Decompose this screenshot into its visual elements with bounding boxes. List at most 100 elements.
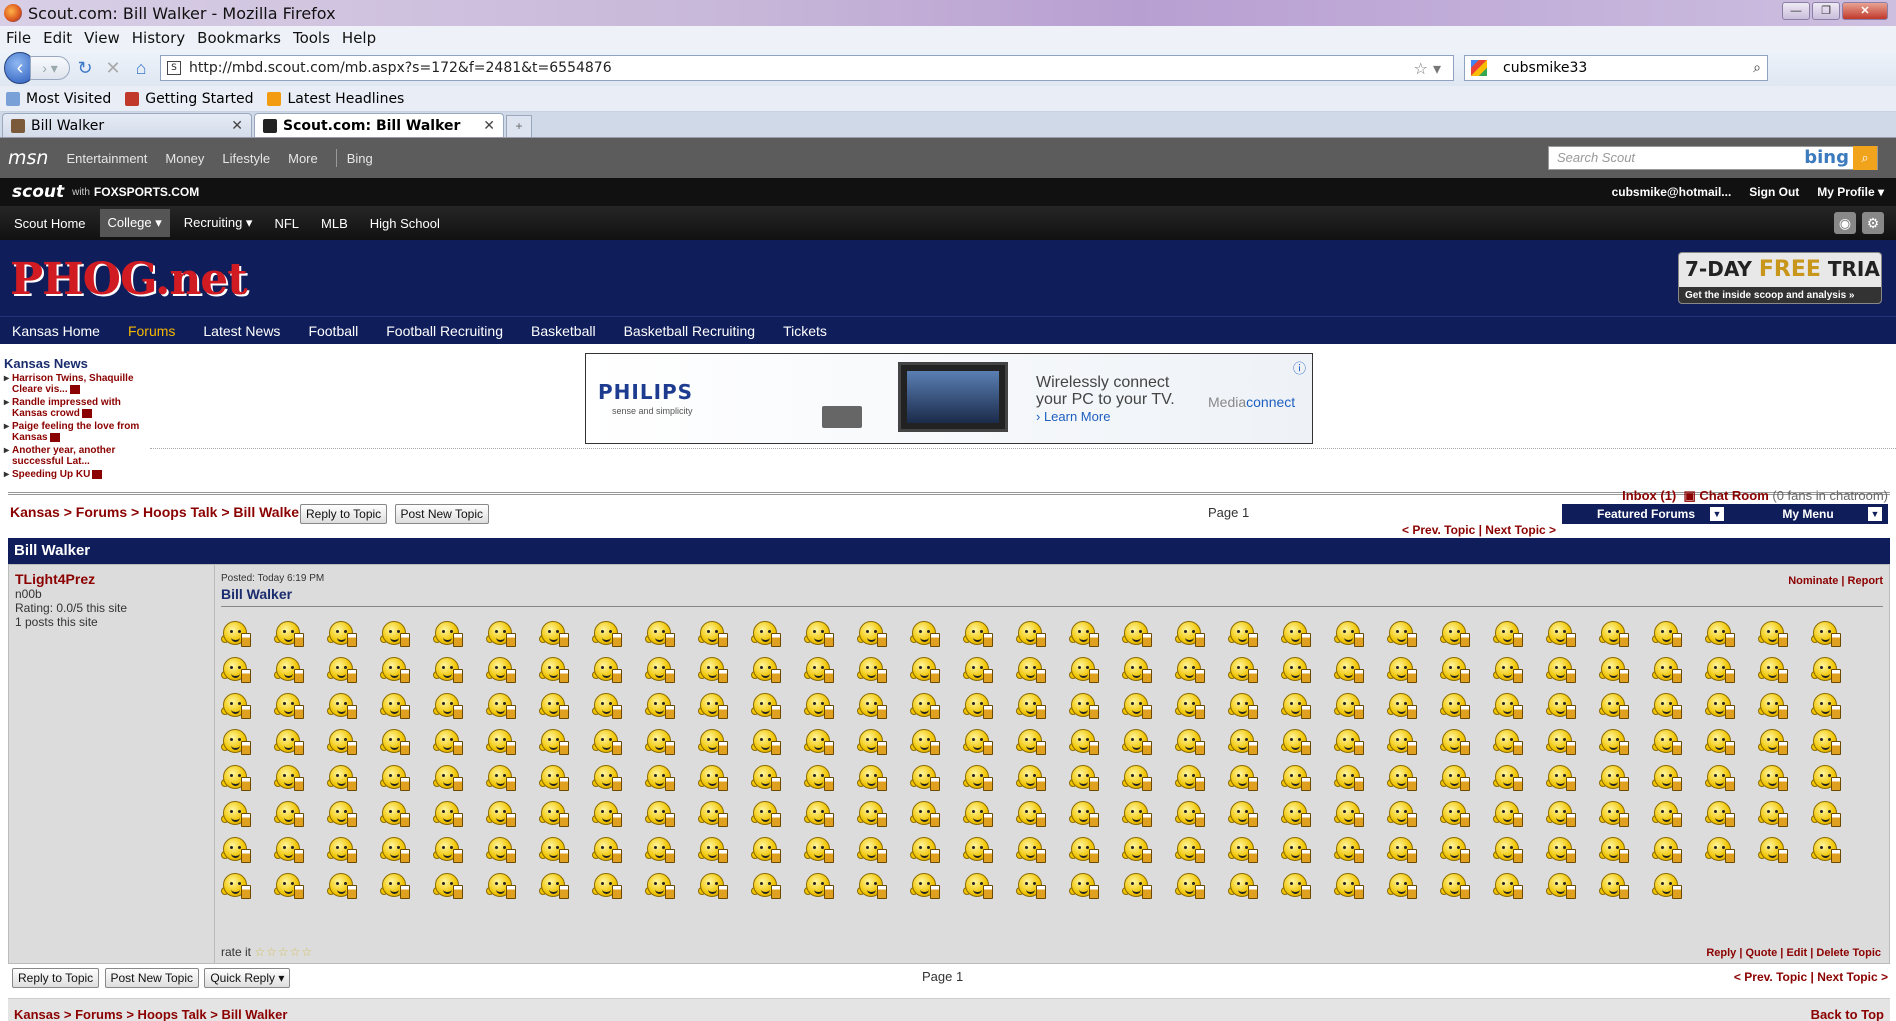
site-nav-football-recruiting[interactable]: Football Recruiting: [386, 323, 503, 339]
news-item[interactable]: Harrison Twins, Shaquille Cleare vis...: [4, 373, 144, 395]
my-profile-menu[interactable]: My Profile ▾: [1817, 185, 1884, 199]
search-bar[interactable]: cubsmike33 ⌕: [1464, 55, 1768, 81]
menu-bookmarks[interactable]: Bookmarks: [197, 29, 281, 47]
news-item[interactable]: Speeding Up KU: [4, 469, 144, 480]
featured-forums-dropdown[interactable]: Featured Forums ▼: [1562, 504, 1730, 524]
tab-bill-walker[interactable]: Bill Walker ✕: [2, 113, 252, 137]
news-item[interactable]: Paige feeling the love from Kansas: [4, 421, 144, 443]
msn-link-bing[interactable]: Bing: [347, 151, 373, 166]
inbox-link[interactable]: Inbox (1): [1622, 488, 1676, 503]
menu-view[interactable]: View: [84, 29, 120, 47]
bookmark-star-icon[interactable]: ☆ ▾: [1414, 59, 1441, 78]
news-item[interactable]: Another year, another successful Lat...: [4, 445, 144, 467]
beer-smiley-icon: [539, 763, 592, 799]
tab-close-icon[interactable]: ✕: [231, 118, 243, 134]
beer-smiley-icon: [1811, 619, 1864, 655]
beer-smiley-icon: [221, 799, 274, 835]
tv-image: [898, 362, 1008, 432]
site-nav-tickets[interactable]: Tickets: [783, 323, 827, 339]
menu-edit[interactable]: Edit: [43, 29, 72, 47]
bookmark-latest-headlines[interactable]: Latest Headlines: [267, 91, 404, 107]
reload-icon[interactable]: ↻: [72, 55, 98, 81]
rate-it[interactable]: rate it ☆☆☆☆☆: [221, 945, 313, 959]
beer-smiley-icon: [645, 871, 698, 907]
site-nav-football[interactable]: Football: [308, 323, 358, 339]
site-nav-basketball-recruiting[interactable]: Basketball Recruiting: [624, 323, 756, 339]
close-window-button[interactable]: ✕: [1842, 2, 1888, 20]
beer-smiley-icon: [804, 691, 857, 727]
nav-scout-home[interactable]: Scout Home: [6, 210, 94, 237]
msn-link-money[interactable]: Money: [165, 151, 204, 166]
new-tab-button[interactable]: +: [506, 115, 532, 137]
stop-icon[interactable]: ✕: [100, 55, 126, 81]
menu-help[interactable]: Help: [342, 29, 376, 47]
nav-nfl[interactable]: NFL: [266, 210, 307, 237]
minimize-button[interactable]: —: [1782, 2, 1810, 20]
bookmark-most-visited[interactable]: Most Visited: [6, 91, 111, 107]
sign-out-link[interactable]: Sign Out: [1749, 185, 1799, 199]
msn-link-entertainment[interactable]: Entertainment: [66, 151, 147, 166]
site-nav-latest-news[interactable]: Latest News: [203, 323, 280, 339]
quick-reply-button[interactable]: Quick Reply ▾: [204, 968, 291, 988]
beer-smiley-icon: [751, 691, 804, 727]
back-to-top-link[interactable]: Back to Top: [1811, 1007, 1884, 1021]
nav-high-school[interactable]: High School: [362, 210, 448, 237]
free-trial-banner[interactable]: 7-DAY FREE TRIAL Get the inside scoop an…: [1678, 252, 1882, 304]
tab-close-icon[interactable]: ✕: [483, 118, 495, 134]
breadcrumb[interactable]: Kansas > Forums > Hoops Talk > Bill Walk…: [10, 504, 305, 520]
beer-smiley-icon: [698, 691, 751, 727]
menu-file[interactable]: File: [6, 29, 31, 47]
nav-mlb[interactable]: MLB: [313, 210, 356, 237]
philips-ad-banner[interactable]: PHILIPS sense and simplicity Wirelessly …: [585, 353, 1313, 444]
post-actions[interactable]: Reply | Quote | Edit | Delete Topic: [1706, 947, 1881, 959]
prev-next-topic[interactable]: < Prev. Topic | Next Topic >: [1402, 523, 1556, 537]
post-new-topic-button[interactable]: Post New Topic: [394, 504, 489, 524]
msn-link-more[interactable]: More: [288, 151, 318, 166]
ad-info-icon[interactable]: ⓘ: [1293, 358, 1306, 377]
rss-icon[interactable]: ◉: [1834, 212, 1856, 234]
beer-smiley-icon: [963, 799, 1016, 835]
home-icon[interactable]: ⌂: [128, 55, 154, 81]
site-nav-kansas-home[interactable]: Kansas Home: [12, 323, 100, 339]
post-new-topic-button[interactable]: Post New Topic: [104, 968, 199, 988]
menu-tools[interactable]: Tools: [293, 29, 330, 47]
google-icon[interactable]: [1471, 60, 1487, 76]
msn-link-lifestyle[interactable]: Lifestyle: [222, 151, 270, 166]
foxsports-logo[interactable]: FOXSPORTS.COM: [94, 185, 199, 199]
search-icon[interactable]: ⌕: [1753, 60, 1761, 76]
news-item[interactable]: Randle impressed with Kansas crowd: [4, 397, 144, 419]
prev-next-topic[interactable]: < Prev. Topic | Next Topic >: [1734, 970, 1888, 984]
ad-brand: PHILIPS: [598, 380, 694, 404]
msn-logo[interactable]: msn: [8, 147, 48, 169]
scout-logo[interactable]: scout: [12, 182, 64, 202]
settings-gear-icon[interactable]: ⚙: [1862, 212, 1884, 234]
beer-smiley-icon: [486, 871, 539, 907]
reply-to-topic-button[interactable]: Reply to Topic: [300, 504, 388, 524]
site-nav-forums[interactable]: Forums: [128, 323, 175, 339]
my-menu-dropdown[interactable]: My Menu ▼: [1728, 504, 1888, 524]
author-username[interactable]: TLight4Prez: [15, 571, 208, 587]
site-nav-basketball[interactable]: Basketball: [531, 323, 596, 339]
reply-to-topic-button[interactable]: Reply to Topic: [12, 968, 100, 988]
url-bar[interactable]: S http://mbd.scout.com/mb.aspx?s=172&f=2…: [160, 55, 1454, 81]
nav-college[interactable]: College ▾: [99, 209, 170, 237]
search-go-icon[interactable]: ⌕: [1853, 146, 1877, 170]
tab-scout-bill-walker[interactable]: Scout.com: Bill Walker ✕: [254, 113, 504, 137]
page-indicator: Page 1: [922, 969, 964, 984]
ad-learn-more[interactable]: › Learn More: [1036, 408, 1175, 425]
rating-stars-icon[interactable]: ☆☆☆☆☆: [254, 945, 313, 959]
maximize-button[interactable]: ❐: [1812, 2, 1840, 20]
scout-search-input[interactable]: Search Scout bing ⌕: [1548, 146, 1878, 170]
menu-history[interactable]: History: [132, 29, 185, 47]
url-text[interactable]: http://mbd.scout.com/mb.aspx?s=172&f=248…: [189, 60, 612, 76]
forward-button[interactable]: › ▾: [30, 56, 70, 80]
phog-logo[interactable]: PHOG.net: [10, 254, 248, 305]
post-tools[interactable]: Nominate | Report: [1788, 575, 1883, 587]
nav-recruiting[interactable]: Recruiting ▾: [176, 209, 261, 237]
search-value[interactable]: cubsmike33: [1503, 60, 1587, 76]
chat-room-link[interactable]: Chat Room: [1699, 488, 1768, 503]
beer-smiley-icon: [486, 655, 539, 691]
bookmark-getting-started[interactable]: Getting Started: [125, 91, 253, 107]
user-email[interactable]: cubsmike@hotmail...: [1612, 185, 1732, 199]
breadcrumb[interactable]: Kansas > Forums > Hoops Talk > Bill Walk…: [14, 1007, 287, 1021]
